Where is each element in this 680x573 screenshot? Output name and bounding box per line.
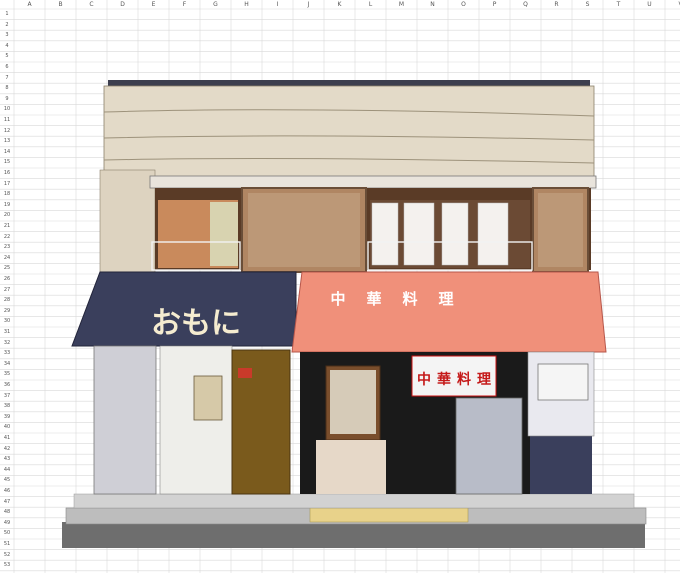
awning-char: 華 xyxy=(366,290,381,308)
spreadsheet-canvas[interactable]: ABCDEFGHIJKLMNOPQRSTUV 12345678910111213… xyxy=(0,0,680,573)
awning-char: 料 xyxy=(402,290,417,308)
balcony-beam xyxy=(149,175,597,189)
step-yellow xyxy=(309,507,469,523)
left-shutter xyxy=(93,345,157,495)
noren-char: 華 xyxy=(437,371,451,388)
pavement xyxy=(62,522,645,548)
right-awning xyxy=(291,271,607,353)
window-left-glass xyxy=(210,202,238,266)
sliding-door xyxy=(455,397,523,495)
awning-char: 中 xyxy=(330,290,345,308)
counter-front xyxy=(316,440,386,494)
base-slab xyxy=(73,493,635,509)
left-sign-text: おもに xyxy=(151,306,241,341)
upper-wall xyxy=(103,85,595,179)
awning-char: 理 xyxy=(438,290,453,308)
right-panel xyxy=(530,436,592,494)
noren-char: 中 xyxy=(417,371,431,388)
noren-char: 料 xyxy=(457,371,471,388)
side-wall xyxy=(99,169,156,281)
red-lamp xyxy=(238,368,252,378)
noren-char: 理 xyxy=(477,372,491,388)
mailbox xyxy=(193,375,223,421)
storefront-illustration: おもに 中華料理 中華料理 xyxy=(62,80,647,548)
